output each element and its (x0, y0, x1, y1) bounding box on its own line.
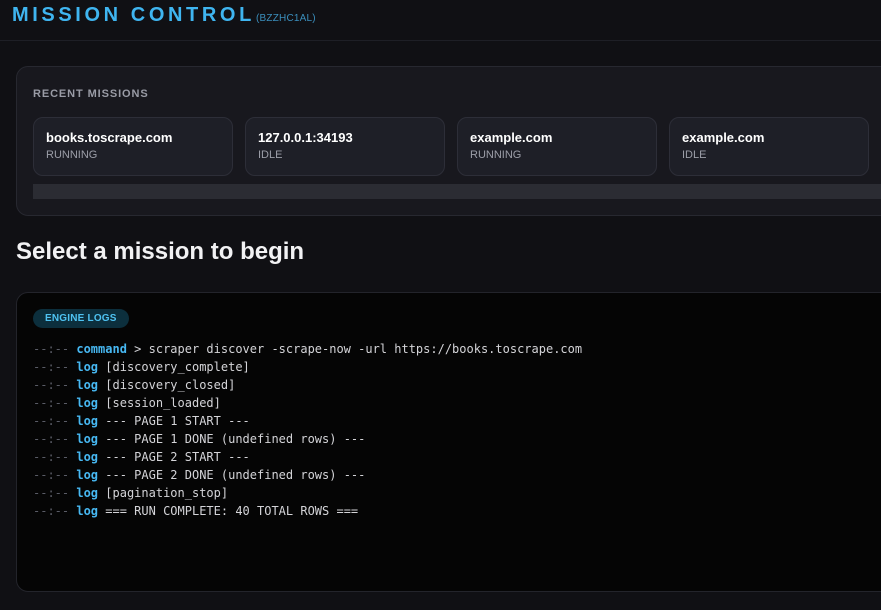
session-id: (BZZHC1AL) (256, 13, 316, 24)
mission-status: IDLE (682, 149, 707, 161)
missions-horizontal-scrollbar[interactable] (33, 184, 881, 199)
app-title: MISSION CONTROL (12, 4, 255, 26)
log-time: --:-- (33, 396, 70, 410)
log-line: --:-- log --- PAGE 1 START --- (33, 412, 582, 430)
mission-card-localhost[interactable]: 127.0.0.1:34193 IDLE (245, 117, 445, 176)
engine-logs-panel: ENGINE LOGS --:-- command > scraper disc… (16, 292, 881, 592)
log-time: --:-- (33, 414, 70, 428)
log-line: --:-- log [discovery_closed] (33, 376, 582, 394)
mission-name: books.toscrape.com (46, 130, 173, 145)
mission-name: example.com (470, 130, 553, 145)
log-list: --:-- command > scraper discover -scrape… (33, 340, 582, 520)
log-type: log (76, 468, 99, 482)
log-type: command (76, 342, 127, 356)
log-line: --:-- log --- PAGE 1 DONE (undefined row… (33, 430, 582, 448)
page-heading: Select a mission to begin (16, 238, 305, 265)
log-message: --- PAGE 2 START --- (105, 450, 250, 464)
log-message: --- PAGE 2 DONE (undefined rows) --- (105, 468, 366, 482)
mission-card-example-running[interactable]: example.com RUNNING (457, 117, 657, 176)
log-type: log (76, 432, 99, 446)
log-time: --:-- (33, 342, 70, 356)
log-line: --:-- log [discovery_complete] (33, 358, 582, 376)
mission-status: RUNNING (46, 149, 98, 161)
log-line: --:-- log === RUN COMPLETE: 40 TOTAL ROW… (33, 502, 582, 520)
log-type: log (76, 378, 99, 392)
log-time: --:-- (33, 486, 70, 500)
log-line: --:-- log --- PAGE 2 START --- (33, 448, 582, 466)
log-message: === RUN COMPLETE: 40 TOTAL ROWS === (105, 504, 359, 518)
log-type: log (76, 360, 99, 374)
log-line: --:-- log [pagination_stop] (33, 484, 582, 502)
mission-card-example-idle[interactable]: example.com IDLE (669, 117, 869, 176)
log-line: --:-- log --- PAGE 2 DONE (undefined row… (33, 466, 582, 484)
log-message: [discovery_complete] (105, 360, 250, 374)
log-type: log (76, 414, 99, 428)
log-message: --- PAGE 1 START --- (105, 414, 250, 428)
mission-status: IDLE (258, 149, 283, 161)
engine-logs-badge: ENGINE LOGS (33, 309, 129, 328)
recent-missions-panel: RECENT MISSIONS books.toscrape.com RUNNI… (16, 66, 881, 216)
log-type: log (76, 450, 99, 464)
log-type: log (76, 504, 99, 518)
log-time: --:-- (33, 360, 70, 374)
log-message: [session_loaded] (105, 396, 221, 410)
log-line: --:-- log [session_loaded] (33, 394, 582, 412)
app-header: MISSION CONTROL (BZZHC1AL) (0, 0, 881, 41)
mission-card-books-toscrape[interactable]: books.toscrape.com RUNNING (33, 117, 233, 176)
log-time: --:-- (33, 378, 70, 392)
log-line: --:-- command > scraper discover -scrape… (33, 340, 582, 358)
mission-name: 127.0.0.1:34193 (258, 130, 353, 145)
log-message: [pagination_stop] (105, 486, 229, 500)
log-time: --:-- (33, 504, 70, 518)
log-message: > scraper discover -scrape-now -url http… (134, 342, 583, 356)
log-time: --:-- (33, 468, 70, 482)
log-message: --- PAGE 1 DONE (undefined rows) --- (105, 432, 366, 446)
log-time: --:-- (33, 450, 70, 464)
mission-status: RUNNING (470, 149, 522, 161)
mission-name: example.com (682, 130, 765, 145)
recent-missions-label: RECENT MISSIONS (33, 88, 149, 100)
log-message: [discovery_closed] (105, 378, 236, 392)
log-type: log (76, 486, 99, 500)
log-type: log (76, 396, 99, 410)
log-time: --:-- (33, 432, 70, 446)
